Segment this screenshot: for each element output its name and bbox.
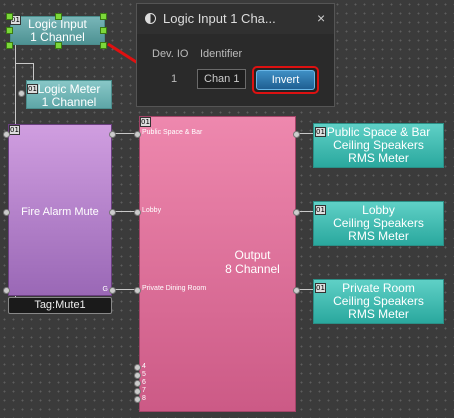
invert-button-highlight: Invert	[252, 66, 319, 94]
logic-input-dialog[interactable]: Logic Input 1 Cha... × Dev. IO Identifie…	[136, 3, 335, 107]
close-icon[interactable]: ×	[317, 10, 325, 26]
dialog-title-bar[interactable]: Logic Input 1 Cha... ×	[137, 4, 334, 34]
invert-button[interactable]: Invert	[256, 70, 315, 90]
row-number: 1	[171, 73, 178, 85]
dialog-title: Logic Input 1 Cha...	[163, 11, 276, 26]
column-header-devio: Dev. IO	[152, 48, 189, 60]
column-header-identifier: Identifier	[200, 48, 243, 60]
identifier-field[interactable]: Chan 1	[197, 69, 246, 89]
pin-icon[interactable]	[145, 13, 156, 24]
